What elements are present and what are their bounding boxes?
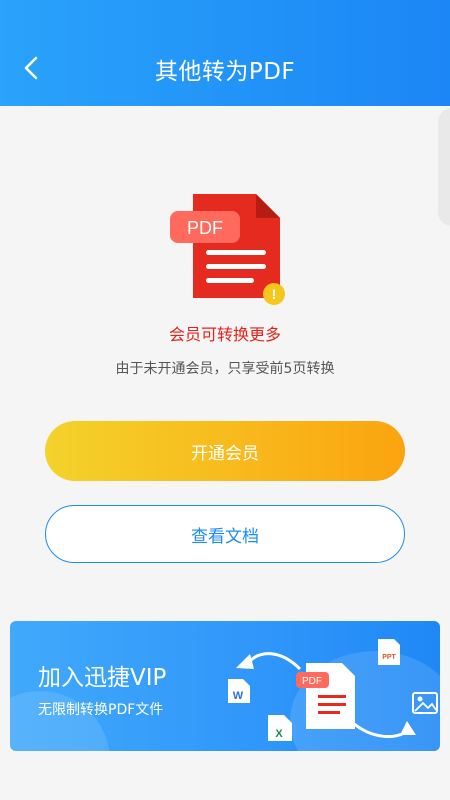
- page-title: 其他转为PDF: [154, 59, 296, 85]
- svg-text:PDF: PDF: [302, 676, 322, 687]
- banner-title: 加入迅捷VIP: [38, 665, 167, 691]
- notice-subtitle: 由于未开通会员，只享受前5页转换: [115, 361, 335, 377]
- banner-subtitle: 无限制转换PDF文件: [38, 702, 164, 718]
- top-bar: 其他转为PDF: [0, 0, 450, 106]
- notice-title: 会员可转换更多: [168, 325, 281, 344]
- open-membership-button[interactable]: 开通会员: [45, 421, 405, 481]
- arrow-top-icon: [248, 652, 302, 671]
- svg-text:PPT: PPT: [382, 654, 396, 661]
- side-drawer-handle[interactable]: [438, 108, 450, 226]
- conversion-illustration: W X PDF PPT: [228, 639, 438, 741]
- svg-text:W: W: [233, 690, 244, 702]
- warning-badge: !: [272, 286, 277, 302]
- ppt-file-icon: PPT: [378, 639, 400, 665]
- pdf-document-icon: PDF: [296, 663, 355, 729]
- image-file-icon: [412, 692, 438, 714]
- pdf-file-icon: PDF !: [170, 194, 285, 305]
- view-document-button[interactable]: 查看文档: [45, 505, 405, 563]
- word-file-icon: W: [228, 679, 250, 703]
- excel-file-icon: X: [268, 715, 292, 741]
- pdf-icon-label: PDF: [187, 218, 223, 238]
- vip-promo-banner[interactable]: 加入迅捷VIP 无限制转换PDF文件 W X PDF PPT: [10, 621, 440, 751]
- svg-text:X: X: [275, 728, 283, 740]
